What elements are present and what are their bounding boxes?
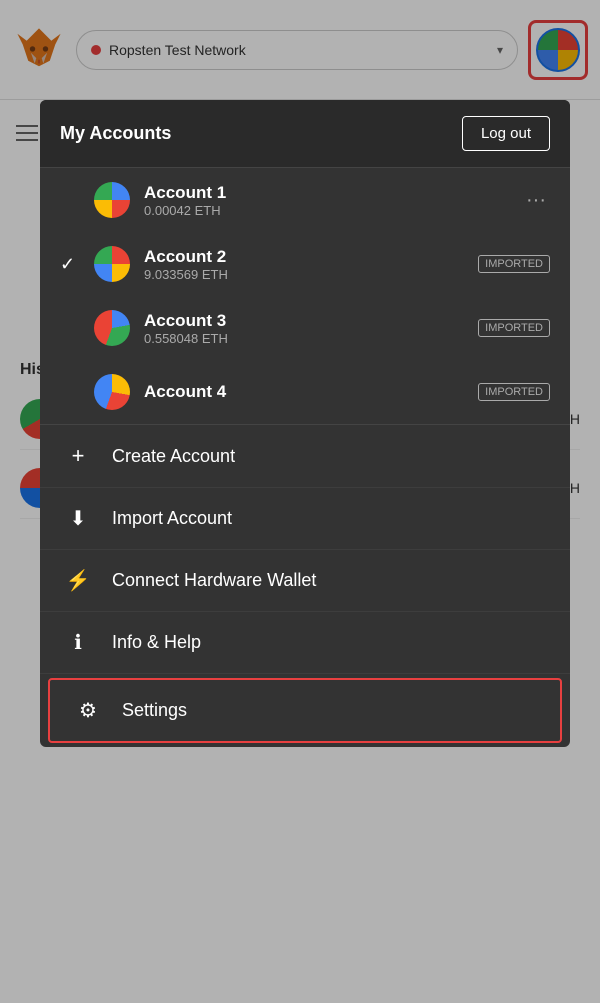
imported-badge-4: IMPORTED [478, 383, 550, 401]
import-account-icon: ⬇ [64, 506, 92, 531]
account-item-3[interactable]: Account 3 0.558048 ETH IMPORTED [40, 296, 570, 360]
account-name-4: Account 4 [144, 382, 464, 402]
account-eth-2: 9.033569 ETH [144, 267, 464, 282]
account-details-4: Account 4 [144, 382, 464, 402]
panel-title: My Accounts [60, 123, 171, 144]
account-avatar-2 [94, 246, 130, 282]
logout-button[interactable]: Log out [462, 116, 550, 151]
connect-hardware-menu-item[interactable]: ⚡ Connect Hardware Wallet [40, 550, 570, 612]
account-eth-1: 0.00042 ETH [144, 203, 508, 218]
accounts-dropdown-panel: My Accounts Log out Account 1 0.00042 ET… [40, 100, 570, 747]
accounts-list: Account 1 0.00042 ETH ··· ✓ Account 2 9.… [40, 168, 570, 425]
settings-label: Settings [122, 700, 187, 721]
account-avatar-1 [94, 182, 130, 218]
connect-hardware-icon: ⚡ [64, 568, 92, 593]
panel-header: My Accounts Log out [40, 100, 570, 168]
account-details-1: Account 1 0.00042 ETH [144, 183, 508, 218]
imported-badge-3: IMPORTED [478, 319, 550, 337]
account-details-3: Account 3 0.558048 ETH [144, 311, 464, 346]
check-mark-4 [60, 382, 80, 403]
account-more-1[interactable]: ··· [522, 189, 550, 212]
create-account-icon: + [64, 443, 92, 469]
create-account-label: Create Account [112, 446, 235, 467]
check-mark-2: ✓ [60, 254, 80, 275]
account-avatar-3 [94, 310, 130, 346]
check-mark-3 [60, 318, 80, 339]
settings-menu-item[interactable]: ⚙ Settings [48, 678, 562, 743]
account-name-3: Account 3 [144, 311, 464, 331]
info-icon: ℹ [64, 630, 92, 655]
settings-icon: ⚙ [74, 698, 102, 723]
account-eth-3: 0.558048 ETH [144, 331, 464, 346]
check-mark-1 [60, 190, 80, 211]
import-account-label: Import Account [112, 508, 232, 529]
create-account-menu-item[interactable]: + Create Account [40, 425, 570, 488]
account-avatar-4 [94, 374, 130, 410]
account-name-2: Account 2 [144, 247, 464, 267]
account-details-2: Account 2 9.033569 ETH [144, 247, 464, 282]
connect-hardware-label: Connect Hardware Wallet [112, 570, 316, 591]
account-item-4[interactable]: Account 4 IMPORTED [40, 360, 570, 424]
account-item-1[interactable]: Account 1 0.00042 ETH ··· [40, 168, 570, 232]
info-help-menu-item[interactable]: ℹ Info & Help [40, 612, 570, 674]
info-help-label: Info & Help [112, 632, 201, 653]
account-name-1: Account 1 [144, 183, 508, 203]
imported-badge-2: IMPORTED [478, 255, 550, 273]
account-item-2[interactable]: ✓ Account 2 9.033569 ETH IMPORTED [40, 232, 570, 296]
import-account-menu-item[interactable]: ⬇ Import Account [40, 488, 570, 550]
